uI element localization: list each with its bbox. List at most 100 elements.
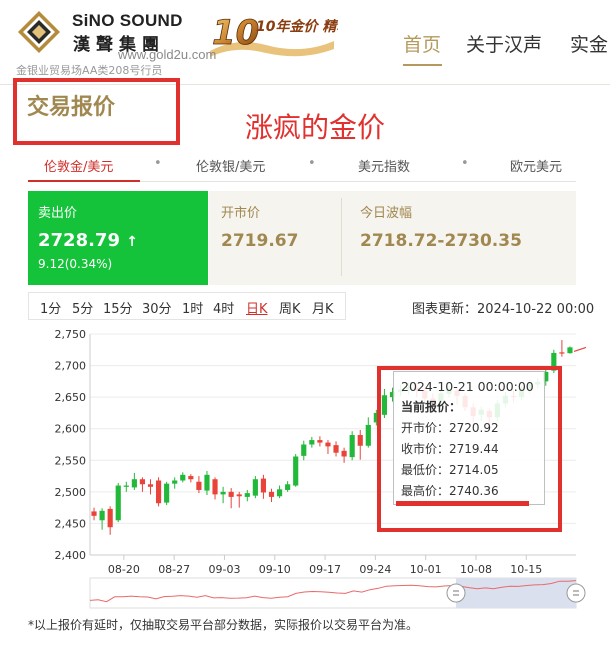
candle-body bbox=[131, 479, 137, 488]
x-tick-label: 09-24 bbox=[359, 563, 391, 576]
candle-body bbox=[349, 435, 355, 458]
tab-separator-dot: • bbox=[461, 156, 469, 171]
highlight-box-title bbox=[13, 78, 180, 145]
period-weekly[interactable]: 周K bbox=[279, 298, 301, 317]
sell-price-panel: 卖出价 2728.79 ↑ 9.12(0.34%) bbox=[28, 191, 208, 285]
sino-sound-logo-icon bbox=[18, 11, 60, 53]
x-tick-label: 08-20 bbox=[108, 563, 140, 576]
period-15min[interactable]: 15分 bbox=[103, 298, 133, 317]
navigator-selection bbox=[456, 578, 576, 608]
tab-eur-usd[interactable]: 欧元美元 bbox=[510, 156, 562, 175]
period-monthly[interactable]: 月K bbox=[312, 298, 334, 317]
candle-body bbox=[188, 476, 194, 480]
tab-active-underline bbox=[28, 180, 140, 182]
day-range-value: 2718.72-2730.35 bbox=[360, 231, 522, 251]
period-4hour[interactable]: 4时 bbox=[213, 298, 234, 317]
candle-body bbox=[236, 494, 242, 497]
candle-body bbox=[333, 445, 339, 453]
candle-body bbox=[172, 480, 178, 484]
candle-body bbox=[268, 491, 275, 497]
open-price-label: 开市价 bbox=[221, 206, 261, 221]
open-price-value: 2719.67 bbox=[221, 231, 299, 251]
candle-body bbox=[276, 489, 283, 497]
period-daily[interactable]: 日K bbox=[246, 298, 268, 317]
arrow-up-icon: ↑ bbox=[126, 234, 138, 250]
x-tick-label: 09-03 bbox=[208, 563, 240, 576]
site-watermark: www.gold2u.com bbox=[118, 47, 217, 62]
period-1hour[interactable]: 1时 bbox=[182, 298, 203, 317]
x-tick-label: 09-17 bbox=[309, 563, 341, 576]
candle-body bbox=[285, 484, 291, 490]
candle-body bbox=[139, 479, 146, 485]
tab-dollar-index[interactable]: 美元指数 bbox=[358, 156, 410, 175]
candle-body bbox=[123, 485, 129, 487]
y-tick-label: 2,700 bbox=[55, 360, 87, 373]
y-tick-label: 2,550 bbox=[55, 454, 87, 467]
candle-body bbox=[260, 478, 267, 493]
x-tick-label: 10-15 bbox=[510, 563, 542, 576]
candle-body bbox=[99, 510, 105, 521]
candle-body bbox=[293, 456, 299, 486]
chart-update-time: 图表更新：2024-10-22 00:00 bbox=[412, 302, 595, 317]
candle-body bbox=[317, 440, 323, 443]
candle-body bbox=[164, 483, 170, 503]
y-tick-label: 2,450 bbox=[55, 517, 87, 530]
candle-body bbox=[309, 440, 315, 445]
ten-year-badge: 10 10年金价 精心服务 bbox=[210, 13, 338, 57]
y-tick-label: 2,750 bbox=[55, 328, 87, 341]
candle-body bbox=[559, 352, 565, 354]
sell-price-change: 9.12(0.34%) bbox=[38, 257, 113, 271]
nav-about[interactable]: 关于汉声 bbox=[466, 30, 542, 57]
candle-body bbox=[204, 474, 210, 491]
candle-body bbox=[220, 491, 226, 495]
candle-body bbox=[365, 424, 371, 446]
y-tick-label: 2,400 bbox=[55, 549, 87, 562]
y-tick-label: 2,500 bbox=[55, 486, 87, 499]
candle-body bbox=[180, 474, 186, 481]
tab-separator-dot: • bbox=[308, 156, 316, 171]
footnote-text: *以上报价有延时，仅抽取交易平台部分数据，实际报价以交易平台为准。 bbox=[28, 618, 419, 632]
x-tick-label: 10-01 bbox=[410, 563, 442, 576]
candle-body bbox=[325, 442, 331, 447]
candle-body bbox=[252, 479, 258, 496]
y-tick-label: 2,600 bbox=[55, 423, 87, 436]
tab-separator-dot: • bbox=[154, 156, 162, 171]
sell-price-number: 2728.79 bbox=[38, 230, 120, 251]
candle-body bbox=[357, 435, 363, 446]
tab-london-gold[interactable]: 伦敦金/美元 bbox=[44, 156, 113, 175]
candle-body bbox=[567, 347, 573, 354]
brand-name-en: SiNO SOUND bbox=[72, 11, 183, 30]
y-tick-label: 2,650 bbox=[55, 391, 87, 404]
candle-body bbox=[212, 479, 218, 495]
candle-body bbox=[341, 450, 347, 457]
x-tick-label: 10-08 bbox=[460, 563, 492, 576]
navigator-handle-icon bbox=[446, 583, 466, 603]
period-5min[interactable]: 5分 bbox=[72, 298, 93, 317]
tab-london-silver[interactable]: 伦敦银/美元 bbox=[196, 156, 265, 175]
candle-body bbox=[155, 480, 162, 504]
highlight-underline bbox=[396, 501, 529, 506]
sell-price-label: 卖出价 bbox=[38, 206, 78, 221]
candle-body bbox=[147, 484, 154, 487]
candle-body bbox=[107, 508, 113, 528]
nav-bullion[interactable]: 实金 bbox=[570, 30, 608, 57]
svg-text:10: 10 bbox=[212, 13, 259, 53]
candle-body bbox=[115, 485, 121, 521]
candle-body bbox=[196, 481, 202, 490]
nav-home[interactable]: 首页 bbox=[403, 30, 441, 57]
open-price-panel: 开市价 2719.67 bbox=[209, 191, 342, 285]
badge-text: 10年金价 精心服务 bbox=[256, 18, 338, 35]
period-30min[interactable]: 30分 bbox=[142, 298, 172, 317]
day-range-label: 今日波幅 bbox=[360, 206, 413, 221]
nav-active-underline bbox=[403, 64, 442, 66]
candle-body bbox=[228, 491, 234, 497]
candle-body bbox=[244, 493, 250, 497]
sell-price-value: 2728.79 ↑ bbox=[38, 230, 138, 251]
candle-body bbox=[91, 511, 97, 516]
period-1min[interactable]: 1分 bbox=[40, 298, 61, 317]
x-tick-label: 09-10 bbox=[259, 563, 291, 576]
x-tick-label: 08-27 bbox=[158, 563, 190, 576]
annotation-text: 涨疯的金价 bbox=[245, 111, 386, 144]
candle-body bbox=[301, 444, 307, 456]
last-price-marker bbox=[573, 346, 587, 352]
